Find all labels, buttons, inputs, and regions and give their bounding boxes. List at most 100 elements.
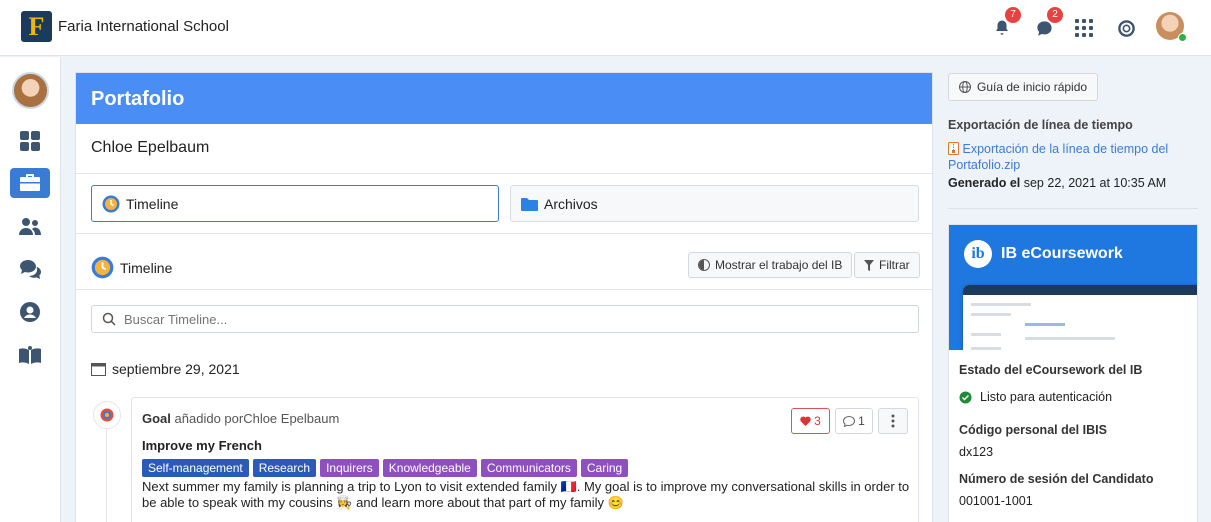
sidebar-item-dashboard[interactable] bbox=[10, 126, 50, 156]
folder-icon bbox=[521, 197, 538, 211]
ib-banner-title: IB eCoursework bbox=[1001, 245, 1123, 262]
generated-prefix: Generado el bbox=[948, 176, 1021, 190]
timeline-clock-icon bbox=[102, 195, 120, 212]
divider bbox=[76, 173, 932, 174]
quick-start-guide-button[interactable]: Guía de inicio rápido bbox=[948, 73, 1099, 101]
ibis-code-label: Código personal del IBIS bbox=[959, 423, 1107, 437]
check-circle-icon bbox=[959, 391, 972, 403]
filter-label: Filtrar bbox=[879, 258, 910, 272]
search-icon bbox=[102, 312, 116, 326]
timeline-search[interactable] bbox=[91, 305, 919, 333]
school-name: Faria International School bbox=[58, 18, 229, 35]
tab-files[interactable]: Archivos bbox=[510, 185, 919, 222]
help-button[interactable] bbox=[1114, 16, 1138, 40]
tag-research[interactable]: Research bbox=[252, 459, 317, 477]
more-vertical-icon bbox=[891, 414, 895, 428]
sidebar-item-messages[interactable] bbox=[10, 254, 50, 284]
heart-icon bbox=[800, 416, 811, 426]
divider bbox=[76, 289, 932, 290]
timeline-date: septiembre 29, 2021 bbox=[112, 361, 240, 377]
notifications-badge: 7 bbox=[1005, 7, 1021, 23]
portfolio-briefcase-icon bbox=[20, 174, 40, 191]
ib-toggle-icon bbox=[698, 259, 710, 271]
timeline-heading: Timeline bbox=[91, 256, 172, 279]
page-title: Portafolio bbox=[76, 73, 932, 124]
sidebar-item-profile[interactable] bbox=[10, 297, 50, 327]
entry-body: Next summer my family is planning a trip… bbox=[142, 479, 910, 510]
sidebar-item-portfolio[interactable] bbox=[10, 168, 50, 198]
session-number-value: 001001-1001 bbox=[959, 494, 1033, 508]
export-zip-link[interactable]: Exportación de la línea de tiempo del Po… bbox=[948, 141, 1188, 173]
show-ib-work-button[interactable]: Mostrar el trabajo del IB bbox=[688, 252, 853, 278]
messages-badge: 2 bbox=[1047, 7, 1063, 23]
entry-author: añadido porChloe Epelbaum bbox=[174, 411, 340, 426]
export-heading: Exportación de línea de tiempo bbox=[948, 118, 1133, 132]
online-status-dot bbox=[1178, 33, 1187, 42]
export-generated: Generado el sep 22, 2021 at 10:35 AM bbox=[948, 176, 1166, 190]
timeline-heading-text: Timeline bbox=[120, 259, 173, 276]
ib-status: Listo para autenticación bbox=[959, 390, 1112, 404]
goal-target-icon bbox=[100, 408, 114, 422]
ib-logo-icon: ib bbox=[964, 240, 992, 268]
zip-file-icon bbox=[948, 142, 959, 155]
calendar-icon bbox=[91, 363, 106, 376]
comment-button[interactable]: 1 bbox=[835, 408, 873, 434]
ib-ecoursework-card: ib IB eCoursework Estado del eCoursework… bbox=[948, 224, 1198, 522]
export-zip-link-text[interactable]: Exportación de la línea de tiempo del Po… bbox=[948, 142, 1168, 172]
entry-header: Goal añadido porChloe Epelbaum bbox=[142, 411, 339, 426]
top-bar: F Faria International School 7 2 bbox=[0, 0, 1211, 56]
school-logo[interactable]: F bbox=[21, 11, 52, 42]
entry-tags: Self-management Research Inquirers Knowl… bbox=[142, 459, 629, 477]
portfolio-card: Portafolio Chloe Epelbaum Timeline Archi… bbox=[75, 72, 933, 522]
divider bbox=[76, 233, 932, 234]
ib-preview-image bbox=[963, 285, 1197, 350]
timeline-line bbox=[106, 418, 107, 522]
profile-icon bbox=[20, 302, 40, 322]
session-number-label: Número de sesión del Candidato bbox=[959, 472, 1154, 486]
tag-inquirers[interactable]: Inquirers bbox=[320, 459, 379, 477]
left-sidebar bbox=[0, 57, 61, 522]
goal-entry-icon bbox=[93, 401, 121, 429]
tag-caring[interactable]: Caring bbox=[580, 459, 629, 477]
help-lifebuoy-icon bbox=[1117, 19, 1135, 37]
ib-status-label: Estado del eCoursework del IB bbox=[959, 363, 1143, 377]
people-icon bbox=[19, 218, 41, 235]
tag-communicators[interactable]: Communicators bbox=[480, 459, 577, 477]
timeline-entry[interactable]: Goal añadido porChloe Epelbaum 3 1 Impro… bbox=[131, 397, 919, 522]
entry-title: Improve my French bbox=[142, 438, 262, 453]
book-icon bbox=[19, 346, 41, 364]
quick-start-guide-label: Guía de inicio rápido bbox=[977, 80, 1088, 94]
divider bbox=[948, 208, 1198, 209]
student-name: Chloe Epelbaum bbox=[91, 139, 210, 156]
sidebar-item-resources[interactable] bbox=[10, 340, 50, 370]
filter-icon bbox=[864, 259, 874, 271]
ib-status-value: Listo para autenticación bbox=[980, 390, 1113, 404]
user-avatar[interactable] bbox=[1156, 12, 1187, 42]
apps-button[interactable] bbox=[1072, 16, 1096, 40]
tab-timeline-label: Timeline bbox=[126, 195, 179, 212]
show-ib-work-label: Mostrar el trabajo del IB bbox=[715, 258, 843, 272]
apps-grid-icon bbox=[1075, 19, 1093, 37]
search-input[interactable] bbox=[124, 311, 904, 327]
messages-button[interactable]: 2 bbox=[1032, 7, 1063, 40]
messages-icon bbox=[19, 259, 41, 279]
like-count: 3 bbox=[814, 414, 821, 428]
dashboard-icon bbox=[20, 131, 40, 151]
tab-timeline[interactable]: Timeline bbox=[91, 185, 499, 222]
generated-date: sep 22, 2021 at 10:35 AM bbox=[1023, 176, 1167, 190]
tab-files-label: Archivos bbox=[544, 195, 598, 212]
filter-button[interactable]: Filtrar bbox=[854, 252, 920, 278]
like-button[interactable]: 3 bbox=[791, 408, 830, 434]
ibis-code-value: dx123 bbox=[959, 445, 994, 459]
ib-banner: ib IB eCoursework bbox=[949, 225, 1197, 350]
timeline-date-group: septiembre 29, 2021 bbox=[91, 361, 240, 377]
notifications-button[interactable]: 7 bbox=[990, 7, 1021, 40]
sidebar-item-people[interactable] bbox=[10, 212, 50, 242]
more-options-button[interactable] bbox=[878, 408, 908, 434]
tag-self-management[interactable]: Self-management bbox=[142, 459, 249, 477]
comment-count: 1 bbox=[858, 414, 865, 428]
tag-knowledgeable[interactable]: Knowledgeable bbox=[382, 459, 477, 477]
student-avatar[interactable] bbox=[12, 72, 49, 109]
timeline-clock-icon bbox=[91, 256, 114, 279]
globe-icon bbox=[959, 81, 971, 93]
